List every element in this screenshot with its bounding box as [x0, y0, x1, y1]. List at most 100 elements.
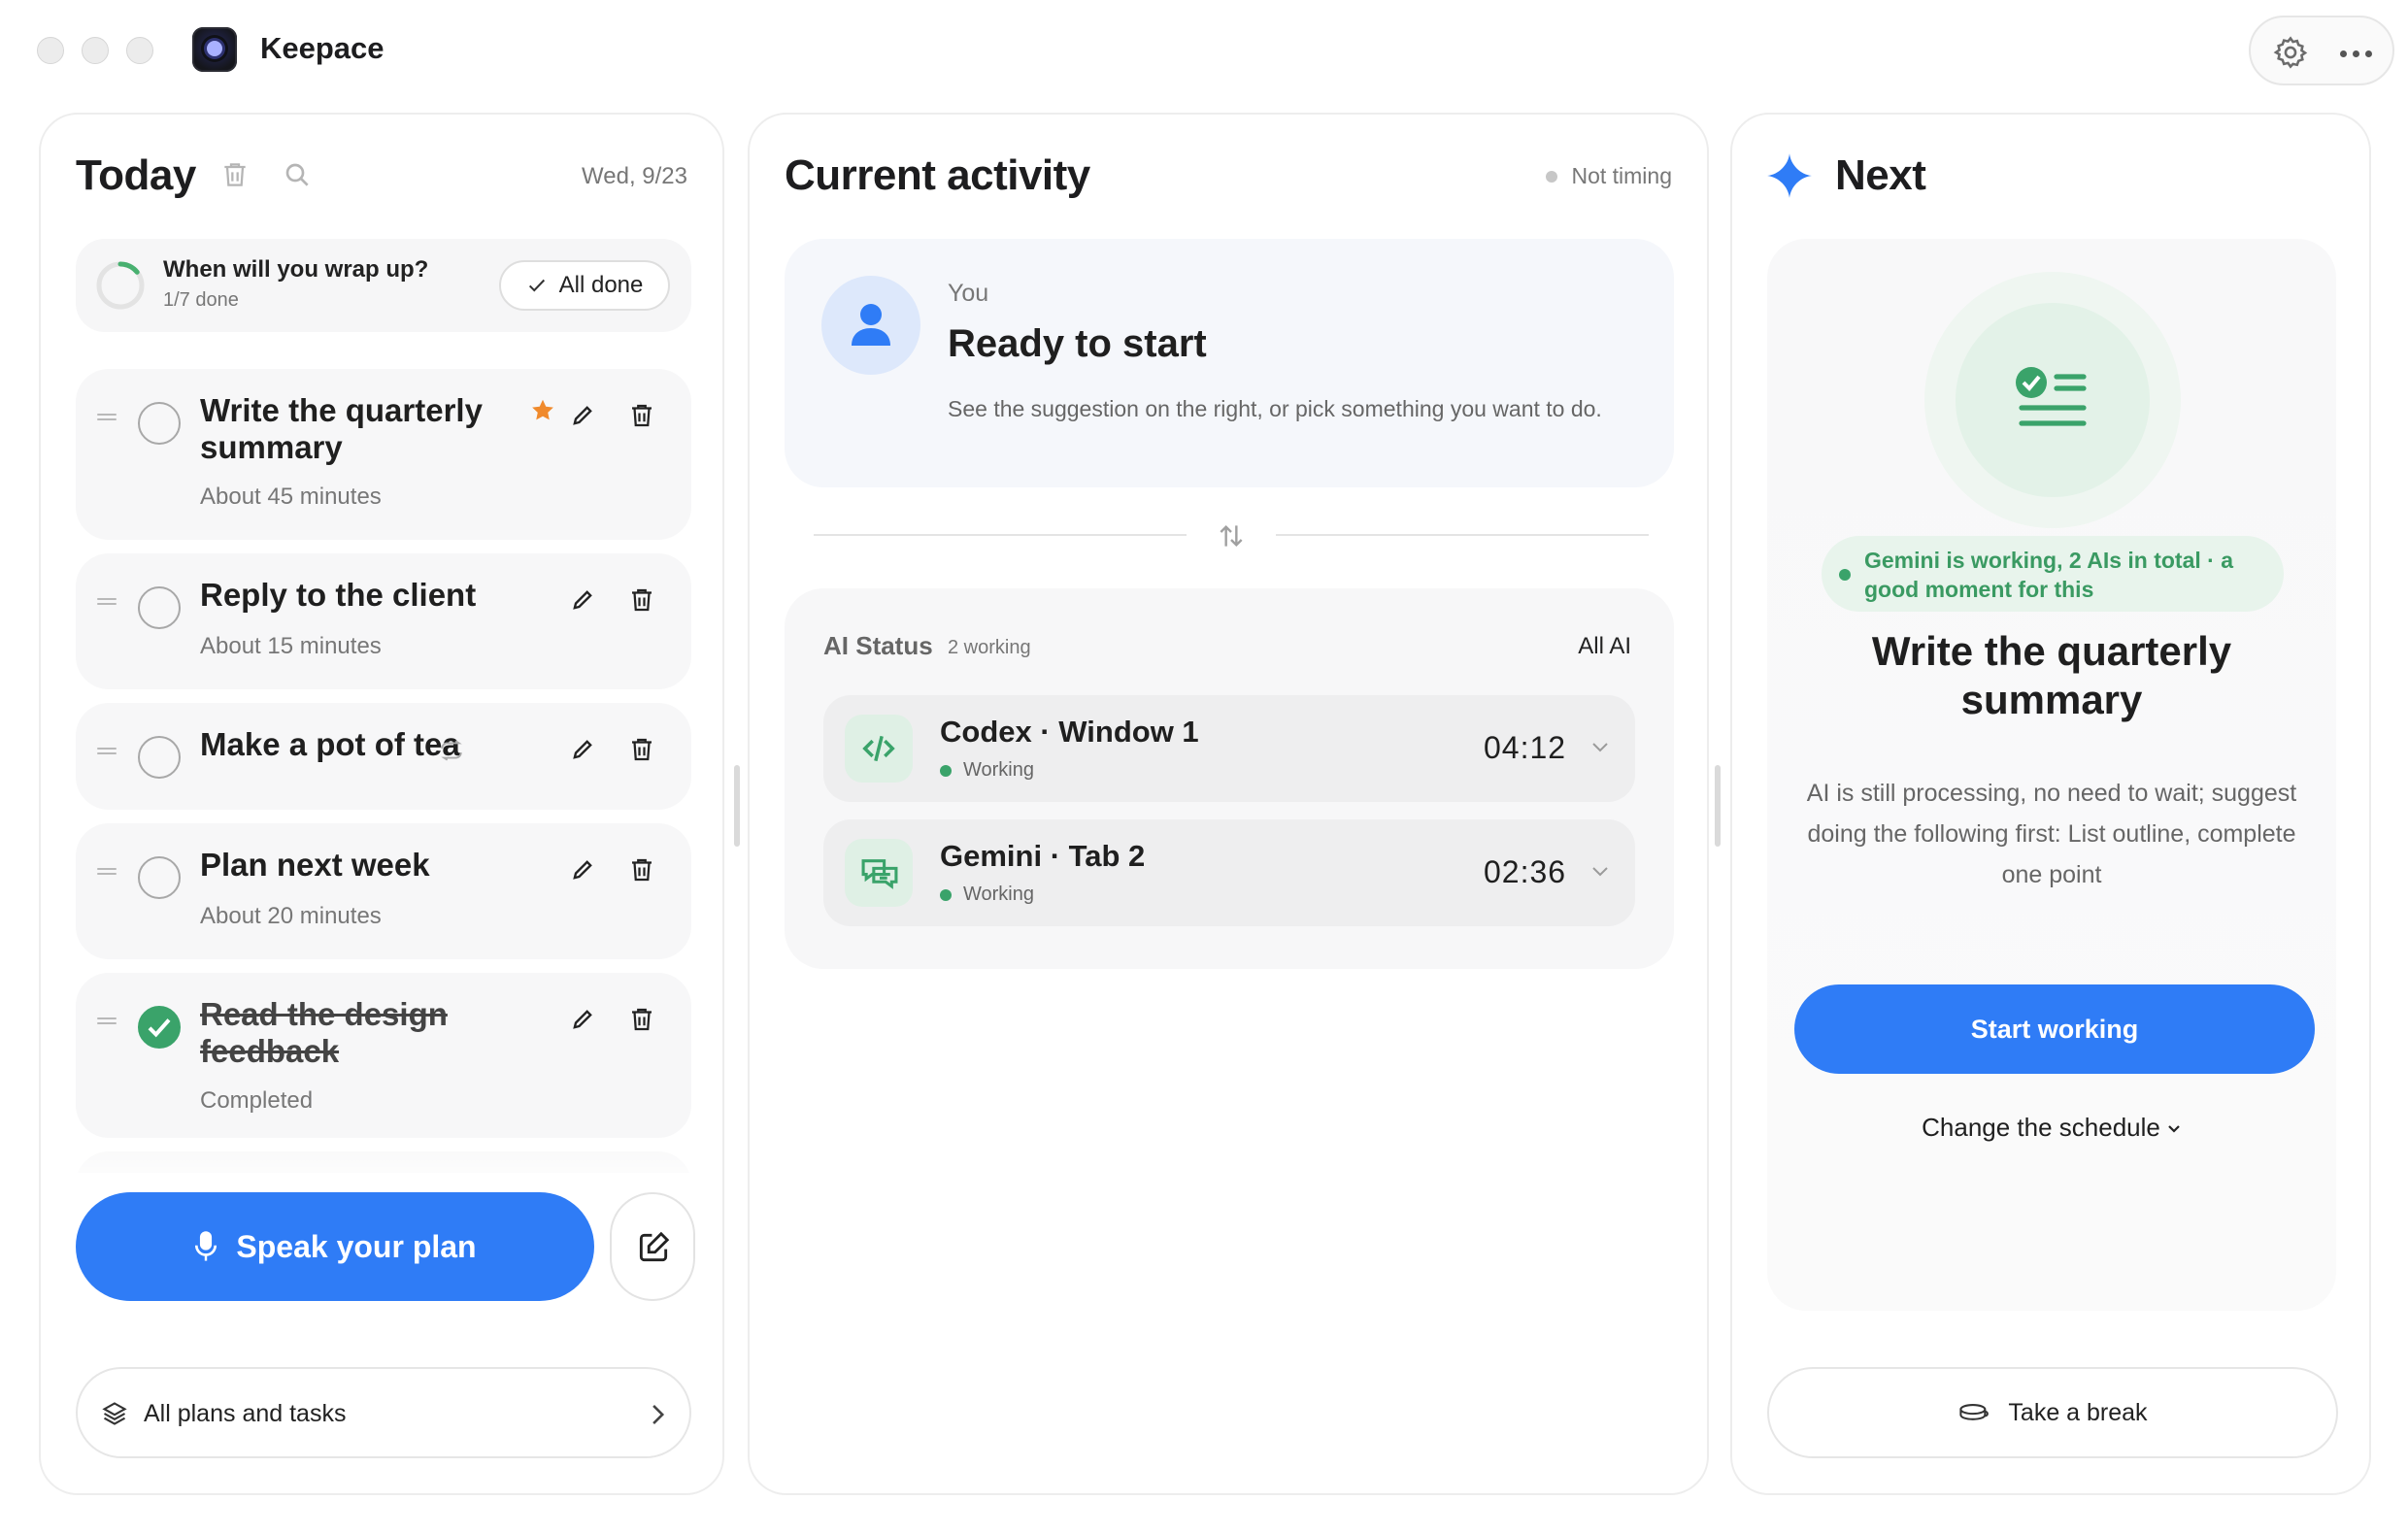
- edit-icon[interactable]: [569, 856, 596, 884]
- speak-plan-button[interactable]: Speak your plan: [76, 1192, 594, 1301]
- status-dot: [940, 764, 952, 777]
- delete-icon[interactable]: [627, 400, 656, 431]
- next-panel: Next Gemini is working, 2 AIs in total ·…: [1730, 113, 2371, 1495]
- trash-icon[interactable]: [219, 159, 251, 190]
- repeat-icon: [441, 740, 462, 761]
- you-status: Ready to start: [948, 322, 1207, 365]
- delete-icon[interactable]: [627, 854, 656, 885]
- window-zoom-button[interactable]: [126, 37, 153, 64]
- suggestion-description: AI is still processing, no need to wait;…: [1806, 780, 2297, 888]
- title-bar: Keepace: [0, 0, 2408, 105]
- edit-icon[interactable]: [569, 1006, 596, 1033]
- status-dot: [1839, 569, 1851, 581]
- you-card: You Ready to start See the suggestion on…: [785, 239, 1674, 487]
- drag-handle-icon[interactable]: [97, 598, 117, 608]
- timing-status: Not timing: [1546, 163, 1672, 189]
- wrap-up-question: When will you wrap up?: [163, 256, 429, 283]
- task-checkbox[interactable]: [138, 586, 181, 629]
- change-schedule-label: Change the schedule: [1922, 1113, 2160, 1142]
- panel-resize-handle[interactable]: [734, 765, 740, 847]
- delete-icon[interactable]: [627, 584, 656, 616]
- speak-plan-label: Speak your plan: [236, 1228, 477, 1264]
- wrap-up-progress: 1/7 done: [163, 289, 239, 311]
- gear-icon[interactable]: [2272, 34, 2309, 71]
- start-working-button[interactable]: Start working: [1794, 984, 2315, 1074]
- ai-timer: 04:12: [1484, 730, 1567, 765]
- drag-handle-icon[interactable]: [97, 748, 117, 757]
- drag-handle-icon[interactable]: [97, 868, 117, 878]
- ai-row-codex[interactable]: Codex · Window 1 Working 04:12: [823, 695, 1635, 802]
- chevron-down-icon[interactable]: [1590, 864, 1610, 878]
- take-break-button[interactable]: Take a break: [1767, 1367, 2338, 1458]
- star-icon[interactable]: [528, 396, 557, 425]
- suggestion-card: Gemini is working, 2 AIs in total · a go…: [1767, 239, 2336, 1311]
- panel-resize-handle[interactable]: [1715, 765, 1721, 847]
- task-item[interactable]: Make a pot of tea: [76, 703, 691, 810]
- chevron-right-icon: [652, 1404, 665, 1425]
- all-ai-link[interactable]: All AI: [1578, 633, 1631, 660]
- change-schedule-button[interactable]: Change the schedule: [1767, 1113, 2336, 1143]
- search-icon[interactable]: [282, 159, 313, 190]
- timing-status-label: Not timing: [1571, 163, 1672, 188]
- ai-name: Gemini · Tab 2: [940, 839, 1146, 873]
- task-duration: Completed: [200, 1087, 314, 1114]
- ai-hint-badge: Gemini is working, 2 AIs in total · a go…: [1822, 536, 2284, 612]
- all-done-label: All done: [558, 272, 644, 298]
- ai-state-label: Working: [963, 759, 1034, 781]
- task-checkbox[interactable]: [138, 856, 181, 899]
- all-done-button[interactable]: All done: [499, 260, 670, 311]
- checklist-icon: [2016, 367, 2087, 426]
- more-icon[interactable]: [2340, 50, 2378, 57]
- task-checkbox[interactable]: [138, 402, 181, 445]
- ai-state: Working: [940, 759, 1034, 782]
- task-title: Read the design feedback: [200, 996, 448, 1069]
- task-checkbox[interactable]: [138, 1006, 181, 1049]
- task-item[interactable]: Reply to the client About 15 minutes: [76, 553, 691, 689]
- layers-icon: [102, 1402, 127, 1425]
- window-minimize-button[interactable]: [82, 37, 109, 64]
- check-icon: [148, 1018, 171, 1038]
- all-plans-label: All plans and tasks: [144, 1400, 347, 1427]
- task-title: Plan next week: [200, 847, 430, 883]
- progress-ring: [96, 261, 145, 310]
- activity-panel: Current activity Not timing You Ready to…: [748, 113, 1709, 1495]
- check-icon: [528, 279, 545, 292]
- ai-timer: 02:36: [1484, 854, 1567, 889]
- task-item[interactable]: Write the quarterly summary About 45 min…: [76, 369, 691, 540]
- drag-handle-icon[interactable]: [97, 1017, 117, 1027]
- status-dot: [940, 888, 952, 901]
- task-item[interactable]: Plan next week About 20 minutes: [76, 823, 691, 959]
- edit-icon[interactable]: [569, 402, 596, 429]
- swap-icon[interactable]: [1216, 520, 1247, 551]
- next-title: Next: [1835, 151, 1926, 199]
- suggestion-illustration: [1924, 272, 2181, 528]
- ai-status-card: AI Status 2 working All AI Codex · Windo…: [785, 588, 1674, 969]
- all-plans-button[interactable]: All plans and tasks: [76, 1367, 691, 1458]
- task-item[interactable]: Read the design feedback Completed: [76, 973, 691, 1138]
- window-close-button[interactable]: [37, 37, 64, 64]
- ai-state: Working: [940, 884, 1034, 906]
- take-break-label: Take a break: [2008, 1398, 2148, 1426]
- chat-icon: [845, 839, 913, 907]
- code-icon: [845, 715, 913, 783]
- suggested-task-title: Write the quarterly summary: [1871, 628, 2232, 722]
- edit-icon[interactable]: [569, 736, 596, 763]
- drag-handle-icon[interactable]: [97, 414, 117, 423]
- app-title: Keepace: [260, 31, 385, 65]
- task-checkbox[interactable]: [138, 736, 181, 779]
- person-icon: [852, 304, 890, 346]
- list-fade: [76, 1134, 691, 1192]
- chevron-down-icon[interactable]: [1590, 740, 1610, 753]
- today-date: Wed, 9/23: [582, 163, 687, 189]
- avatar: [821, 276, 920, 375]
- ai-state-label: Working: [963, 884, 1034, 905]
- task-title: Make a pot of tea: [200, 726, 460, 762]
- compose-icon: [639, 1231, 670, 1262]
- task-list: Write the quarterly summary About 45 min…: [76, 369, 693, 1173]
- new-task-button[interactable]: [610, 1192, 695, 1301]
- delete-icon[interactable]: [627, 1004, 656, 1035]
- edit-icon[interactable]: [569, 586, 596, 614]
- today-title: Today: [76, 151, 196, 199]
- ai-row-gemini[interactable]: Gemini · Tab 2 Working 02:36: [823, 819, 1635, 926]
- delete-icon[interactable]: [627, 734, 656, 765]
